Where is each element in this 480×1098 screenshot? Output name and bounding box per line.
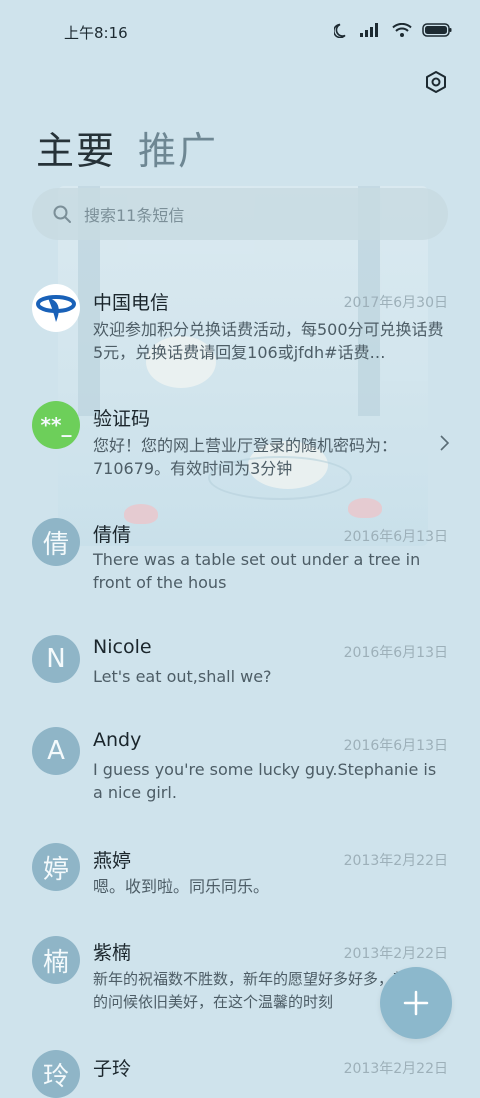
- message-snippet: There was a table set out under a tree i…: [93, 550, 421, 592]
- avatar-text: 婷: [42, 854, 69, 885]
- avatar-text: 玲: [42, 1061, 69, 1092]
- plus-icon: [403, 990, 429, 1016]
- message-date: 2016年6月13日: [343, 529, 448, 545]
- telecom-logo-icon: [33, 285, 79, 331]
- avatar: 婷: [32, 843, 80, 891]
- avatar: 玲: [32, 1050, 80, 1098]
- search-bar[interactable]: 搜索11条短信: [32, 188, 448, 240]
- contact-name: 中国电信: [93, 292, 170, 314]
- message-snippet: 您好！您的网上营业厅登录的随机密码为：710679。有效时间为3分钟: [93, 436, 398, 478]
- battery-icon: [422, 23, 452, 37]
- message-snippet: 新年的祝福数不胜数，新年的愿望好多好多，新年的问候依旧美好，在这个温馨的时刻: [93, 970, 424, 1011]
- wifi-icon: [392, 23, 412, 37]
- message-date: 2016年6月13日: [343, 738, 448, 754]
- compose-button[interactable]: [380, 967, 452, 1039]
- avatar: **_: [32, 401, 80, 449]
- contact-name: Andy: [93, 729, 142, 751]
- tab-bar: 主要 推广: [36, 120, 218, 175]
- avatar-text: A: [47, 736, 65, 766]
- tab-promotions[interactable]: 推广: [138, 120, 218, 175]
- message-date: 2013年2月22日: [343, 853, 448, 869]
- avatar-text: 楠: [42, 947, 69, 978]
- contact-name: Nicole: [93, 636, 152, 658]
- avatar-text: **_: [40, 413, 72, 437]
- moon-icon: [334, 23, 346, 38]
- contact-name: 倩倩: [93, 524, 132, 546]
- avatar: 楠: [32, 936, 80, 984]
- message-snippet: 欢迎参加积分兑换话费活动，每500分可兑换话费5元，兑换话费请回复106或jfd…: [93, 320, 444, 362]
- message-snippet: I guess you're some lucky guy.Stephanie …: [93, 760, 437, 802]
- message-date: 2016年6月13日: [343, 645, 448, 661]
- settings-icon[interactable]: [424, 70, 448, 94]
- conversation-row[interactable]: N Nicole 2016年6月13日 Let's eat out,shall …: [0, 632, 480, 702]
- contact-name: 验证码: [93, 408, 151, 430]
- search-placeholder: 搜索11条短信: [84, 206, 185, 225]
- contact-name: 子玲: [93, 1058, 132, 1080]
- avatar-text: 倩: [42, 529, 69, 560]
- conversation-row[interactable]: 玲 子玲 2013年2月22日: [0, 1050, 480, 1098]
- avatar: 倩: [32, 518, 80, 566]
- avatar: N: [32, 635, 80, 683]
- conversation-row[interactable]: A Andy 2016年6月13日 I guess you're some lu…: [0, 725, 480, 815]
- message-snippet: 嗯。收到啦。同乐同乐。: [93, 877, 270, 896]
- tab-main[interactable]: 主要: [36, 120, 116, 175]
- signal-icon: [360, 23, 378, 37]
- avatar-text: N: [46, 644, 66, 674]
- message-snippet: Let's eat out,shall we?: [93, 667, 272, 686]
- status-time: 上午8:16: [64, 24, 128, 42]
- conversation-row[interactable]: **_ 验证码 您好！您的网上营业厅登录的随机密码为：710679。有效时间为3…: [0, 400, 480, 490]
- search-icon: [53, 205, 71, 223]
- status-icons: [334, 22, 452, 38]
- status-bar: 上午8:16: [0, 0, 480, 62]
- chevron-right-icon[interactable]: [438, 434, 450, 452]
- message-date: 2013年2月22日: [343, 946, 448, 962]
- conversation-row[interactable]: 婷 燕婷 2013年2月22日 嗯。收到啦。同乐同乐。: [0, 841, 480, 911]
- conversation-row[interactable]: 倩 倩倩 2016年6月13日 There was a table set ou…: [0, 516, 480, 606]
- avatar: A: [32, 727, 80, 775]
- avatar: [32, 284, 80, 332]
- contact-name: 燕婷: [93, 850, 132, 872]
- conversation-row[interactable]: 中国电信 2017年6月30日 欢迎参加积分兑换话费活动，每500分可兑换话费5…: [0, 282, 480, 382]
- message-date: 2013年2月22日: [343, 1061, 448, 1077]
- message-date: 2017年6月30日: [343, 295, 448, 311]
- contact-name: 紫楠: [93, 942, 132, 964]
